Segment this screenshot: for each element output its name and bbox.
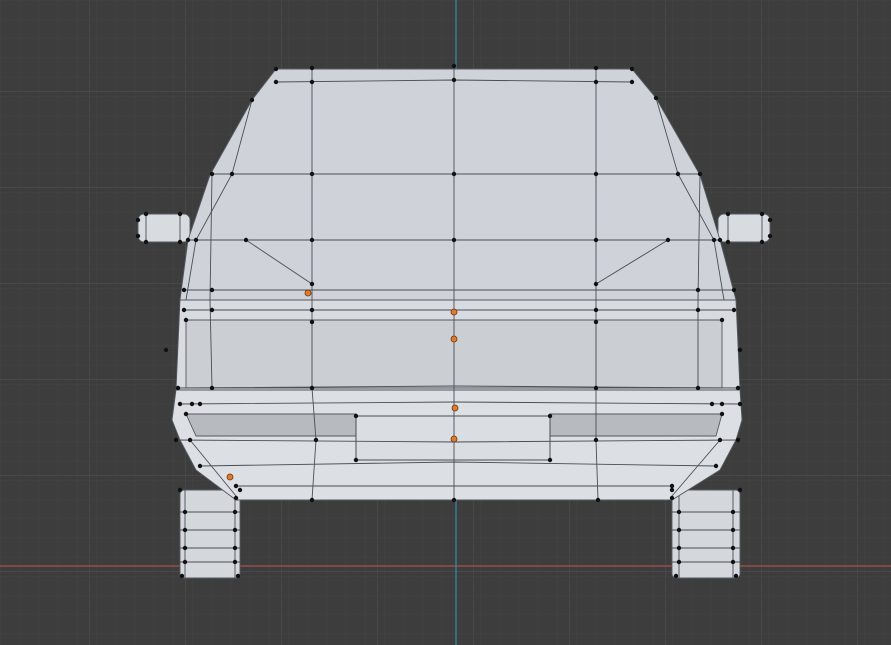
right-wheel[interactable] [671,489,741,579]
rear-window-panel [179,68,737,301]
viewport-canvas[interactable] [0,0,891,645]
3d-viewport[interactable] [0,0,891,645]
car-body-mesh[interactable] [171,66,743,501]
left-mirror[interactable] [137,213,191,243]
left-wheel[interactable] [179,489,241,579]
bumper-right-inset [549,413,723,437]
bumper-left-inset [185,413,357,437]
right-mirror[interactable] [717,213,771,243]
